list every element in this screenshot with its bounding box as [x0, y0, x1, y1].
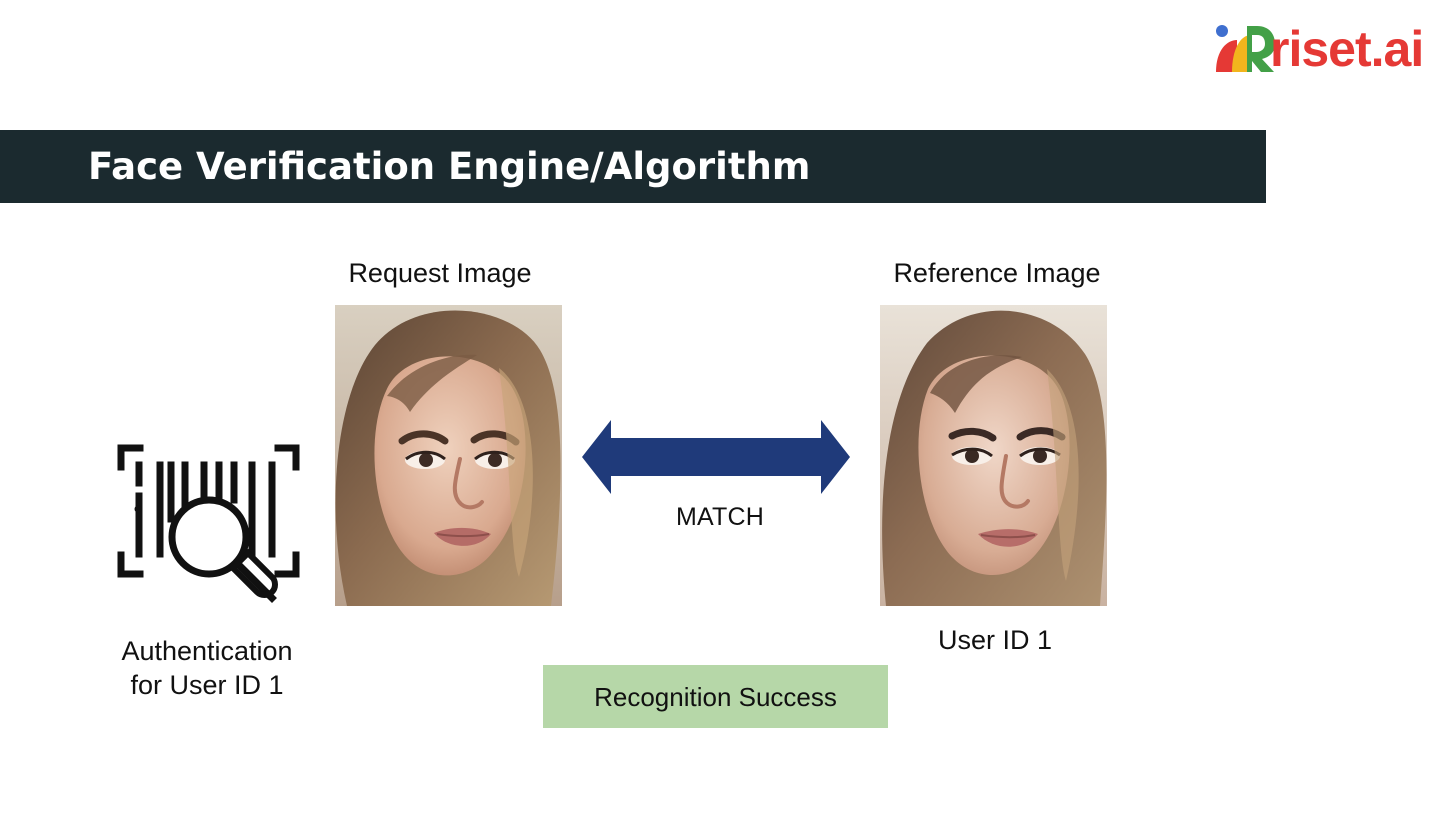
riset-logo-icon: [1216, 25, 1275, 72]
logo-text: riset.ai: [1270, 21, 1424, 77]
recognition-success-status: Recognition Success: [543, 665, 888, 728]
reference-face-image: [880, 305, 1107, 606]
title-bar: Face Verification Engine/Algorithm: [0, 130, 1266, 203]
request-face-image: [335, 305, 562, 606]
user-id-label: User ID 1: [937, 625, 1053, 655]
reference-image-label: Reference Image: [893, 258, 1101, 288]
request-image-label: Request Image: [348, 258, 532, 288]
authentication-label: Authentication for User ID 1: [82, 634, 332, 702]
authentication-label-line-1: Authentication: [121, 636, 293, 666]
brand-logo: riset.ai: [1212, 18, 1442, 82]
slide: riset.ai Face Verification Engine/Algori…: [0, 0, 1456, 818]
page-title: Face Verification Engine/Algorithm: [88, 145, 811, 188]
authentication-label-line-2: for User ID 1: [130, 670, 284, 700]
barcode-search-icon: [117, 444, 300, 603]
match-label: MATCH: [675, 503, 765, 531]
double-arrow-icon: [582, 420, 850, 494]
